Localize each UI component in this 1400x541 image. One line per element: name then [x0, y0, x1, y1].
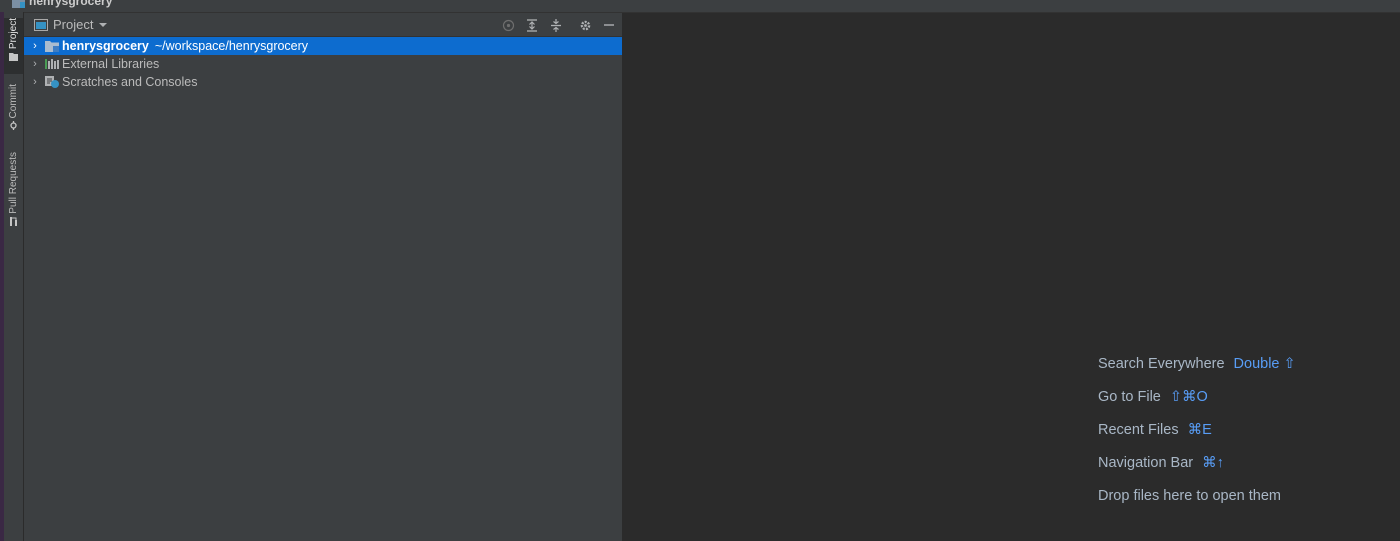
tree-row-external-libraries[interactable]: › External Libraries	[24, 55, 622, 73]
chevron-right-icon[interactable]: ›	[30, 40, 40, 52]
tree-item-label: henrysgrocery	[62, 39, 149, 53]
stripe-tab-project[interactable]: Project	[4, 18, 23, 74]
chevron-down-icon	[99, 22, 108, 27]
tool-window-stripe: Project Commit Pull Requests	[4, 12, 24, 541]
minimize-icon[interactable]	[601, 17, 617, 33]
project-view-selector[interactable]: Project	[34, 17, 108, 32]
hint-label: Go to File	[1098, 389, 1161, 405]
folder-icon	[45, 41, 59, 52]
tree-row-scratches[interactable]: › Scratches and Consoles	[24, 73, 622, 91]
libraries-icon	[45, 59, 59, 69]
hint-recent-files: Recent Files ⌘E	[1098, 422, 1296, 455]
gear-icon[interactable]	[577, 17, 593, 33]
tree-item-label: External Libraries	[62, 57, 160, 71]
hint-drop-files: Drop files here to open them	[1098, 488, 1296, 521]
hint-label: Search Everywhere	[1098, 356, 1225, 372]
stripe-tab-commit-label: Commit	[8, 84, 19, 119]
project-panel: Project › henrysgrocery ~/workspace/henr…	[24, 13, 622, 541]
project-tree: › henrysgrocery ~/workspace/henrysgrocer…	[24, 37, 622, 91]
navigation-bar: henrysgrocery	[0, 0, 1400, 13]
hint-shortcut: ⇧⌘O	[1169, 389, 1208, 405]
chevron-right-icon[interactable]: ›	[30, 76, 40, 88]
hint-label: Recent Files	[1098, 422, 1179, 438]
collapse-all-icon[interactable]	[548, 17, 564, 33]
stripe-tab-commit[interactable]: Commit	[4, 84, 23, 140]
expand-all-icon[interactable]	[524, 17, 540, 33]
editor-empty-state: Search Everywhere Double ⇧ Go to File ⇧⌘…	[1098, 356, 1296, 521]
tree-item-label: Scratches and Consoles	[62, 75, 198, 89]
hint-label: Navigation Bar	[1098, 455, 1194, 471]
breadcrumb-project[interactable]: henrysgrocery	[29, 0, 112, 8]
hint-label: Drop files here to open them	[1098, 488, 1281, 504]
hint-navigation-bar: Navigation Bar ⌘↑	[1098, 455, 1296, 488]
project-panel-header: Project	[24, 13, 622, 37]
stripe-tab-project-label: Project	[8, 18, 19, 50]
hint-search-everywhere: Search Everywhere Double ⇧	[1098, 356, 1296, 389]
tree-item-path: ~/workspace/henrysgrocery	[154, 39, 309, 53]
pull-request-icon	[10, 216, 17, 226]
hint-shortcut: ⌘↑	[1202, 455, 1224, 471]
stripe-tab-pull-requests-label: Pull Requests	[8, 152, 19, 214]
folder-icon	[9, 53, 18, 62]
hint-go-to-file: Go to File ⇧⌘O	[1098, 389, 1296, 422]
hint-shortcut: Double ⇧	[1233, 356, 1296, 372]
locate-icon[interactable]	[500, 17, 516, 33]
commit-icon	[10, 121, 17, 131]
hint-shortcut: ⌘E	[1187, 422, 1212, 438]
stripe-tab-pull-requests[interactable]: Pull Requests	[4, 152, 23, 240]
scratches-icon	[45, 76, 59, 88]
tree-row-project-root[interactable]: › henrysgrocery ~/workspace/henrysgrocer…	[24, 37, 622, 55]
project-view-icon	[34, 18, 48, 31]
project-panel-title: Project	[53, 17, 94, 32]
chevron-right-icon[interactable]: ›	[30, 58, 40, 70]
module-folder-icon	[12, 0, 25, 8]
